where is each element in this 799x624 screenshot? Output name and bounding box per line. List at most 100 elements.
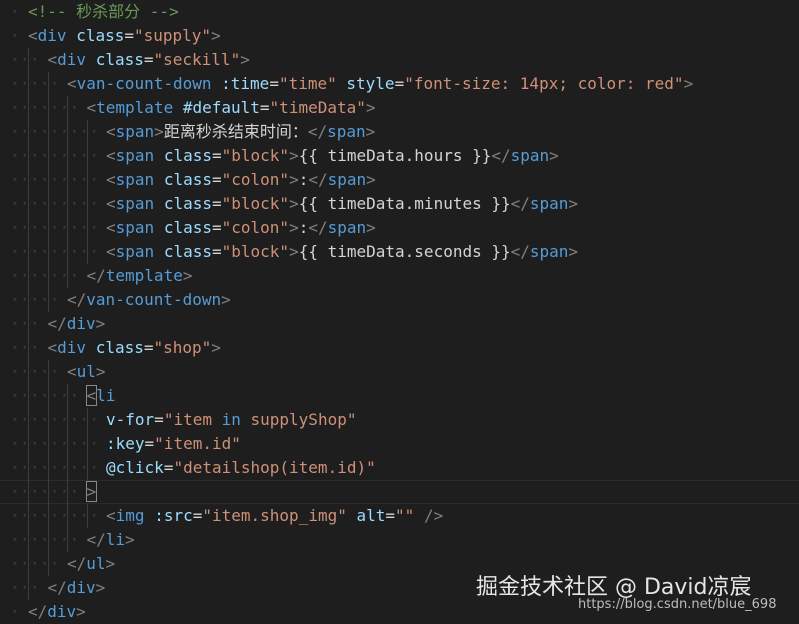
- code-token: :: [298, 218, 309, 237]
- code-token: </: [86, 266, 106, 285]
- code-line[interactable]: ··· <div class="shop">: [0, 336, 799, 360]
- code-line[interactable]: · <div class="supply">: [0, 24, 799, 48]
- code-token: >: [568, 194, 579, 213]
- code-token: >: [289, 170, 299, 189]
- code-token: </: [28, 602, 48, 621]
- whitespace-marker: ···: [10, 578, 40, 597]
- code-line[interactable]: ········· <img :src="item.shop_img" alt="…: [0, 504, 799, 528]
- code-line[interactable]: ······· <template #default="timeData">: [0, 96, 799, 120]
- code-token: =: [394, 74, 405, 93]
- code-line[interactable]: ··· <div class="seckill">: [0, 48, 799, 72]
- code-token: </: [67, 554, 87, 573]
- code-line[interactable]: ······· </template>: [0, 264, 799, 288]
- code-token: "colon": [221, 170, 290, 189]
- code-line[interactable]: ········· v-for="item in supplyShop": [0, 408, 799, 432]
- code-token: "time": [278, 74, 337, 93]
- whitespace-marker: ·······: [10, 266, 80, 285]
- code-token: span: [327, 122, 366, 141]
- code-token: />: [423, 506, 444, 525]
- code-token: "item: [163, 410, 222, 429]
- code-line[interactable]: ········· <span class="block">{{ timeData…: [0, 240, 799, 264]
- code-line[interactable]: ········· <span class="block">{{ timeData…: [0, 192, 799, 216]
- code-line[interactable]: ········· <span class="colon">:</span>: [0, 168, 799, 192]
- whitespace-marker: ·: [10, 2, 20, 21]
- code-token: =: [211, 146, 222, 165]
- code-token: in: [221, 410, 241, 429]
- code-line[interactable]: ········· <span class="block">{{ timeData…: [0, 144, 799, 168]
- whitespace-marker: ···: [10, 314, 40, 333]
- whitespace-marker: ·······: [10, 482, 80, 501]
- code-token: "block": [221, 146, 290, 165]
- code-token: >: [211, 338, 221, 357]
- code-token: >: [289, 242, 299, 261]
- code-token: >: [289, 218, 299, 237]
- code-token: =: [124, 26, 134, 45]
- code-token: <: [67, 362, 77, 381]
- code-token: >: [182, 266, 193, 285]
- code-token: ul: [76, 362, 96, 381]
- code-token: span: [327, 170, 367, 189]
- code-token: div: [66, 578, 96, 597]
- whitespace-marker: ·: [10, 602, 20, 621]
- code-line[interactable]: ········· <span class="colon">:</span>: [0, 216, 799, 240]
- whitespace-marker: ·········: [10, 458, 100, 477]
- code-token: style: [346, 74, 395, 93]
- whitespace-marker: ·····: [10, 362, 60, 381]
- code-token: alt: [356, 506, 386, 525]
- code-line[interactable]: ····· </ul>: [0, 552, 799, 576]
- code-line[interactable]: ········· <span>距离秒杀结束时间：</span>: [0, 120, 799, 144]
- code-token: div: [57, 338, 87, 357]
- code-token: class: [76, 26, 125, 45]
- code-token: =: [143, 338, 154, 357]
- code-line[interactable]: ······· >: [0, 480, 799, 504]
- code-line[interactable]: ····· <ul>: [0, 360, 799, 384]
- code-line[interactable]: ····· <van-count-down :time="time" style=…: [0, 72, 799, 96]
- code-token: >: [683, 74, 694, 93]
- code-token: ul: [86, 554, 106, 573]
- code-token: "colon": [221, 218, 290, 237]
- code-line[interactable]: ······· <li: [0, 384, 799, 408]
- whitespace-marker: ·········: [10, 410, 100, 429]
- code-token: "block": [221, 194, 290, 213]
- code-line[interactable]: ·········:key="item.id": [0, 432, 799, 456]
- code-token: </: [47, 578, 67, 597]
- code-line[interactable]: ········· @click="detailshop(item.id)": [0, 456, 799, 480]
- code-token: class: [163, 194, 212, 213]
- code-token: class: [95, 50, 144, 69]
- code-token: "font-size: 14px; color: red": [404, 74, 684, 93]
- code-token: <: [28, 26, 38, 45]
- code-token: >: [366, 170, 376, 189]
- code-token: "item.shop_img": [202, 506, 347, 525]
- code-editor[interactable]: · <!-- 秒杀部分 --> · <div class="supply"> ··· <d…: [0, 0, 799, 622]
- code-token: template: [105, 266, 183, 285]
- code-token: class: [163, 242, 212, 261]
- watermark-url: https://blog.csdn.net/blue_698: [578, 597, 777, 612]
- code-token: "": [395, 506, 415, 525]
- code-token: <: [67, 74, 77, 93]
- code-token: span: [115, 122, 155, 141]
- code-line[interactable]: ··· </div>: [0, 312, 799, 336]
- whitespace-marker: ·····: [10, 74, 60, 93]
- whitespace-marker: ·········: [10, 122, 100, 141]
- code-token: 距离秒杀结束时间：: [163, 122, 308, 141]
- code-token: >: [365, 122, 376, 141]
- code-token: </: [308, 170, 328, 189]
- code-token: span: [529, 194, 569, 213]
- code-token: >: [85, 481, 98, 502]
- code-token: =: [211, 194, 222, 213]
- code-line[interactable]: · <!-- 秒杀部分 -->: [0, 0, 799, 24]
- code-token: </: [510, 194, 530, 213]
- code-line[interactable]: ····· </van-count-down>: [0, 288, 799, 312]
- code-line[interactable]: ······· </li>: [0, 528, 799, 552]
- code-token: span: [115, 218, 155, 237]
- whitespace-marker: ·········: [10, 506, 100, 525]
- code-token: <: [106, 146, 116, 165]
